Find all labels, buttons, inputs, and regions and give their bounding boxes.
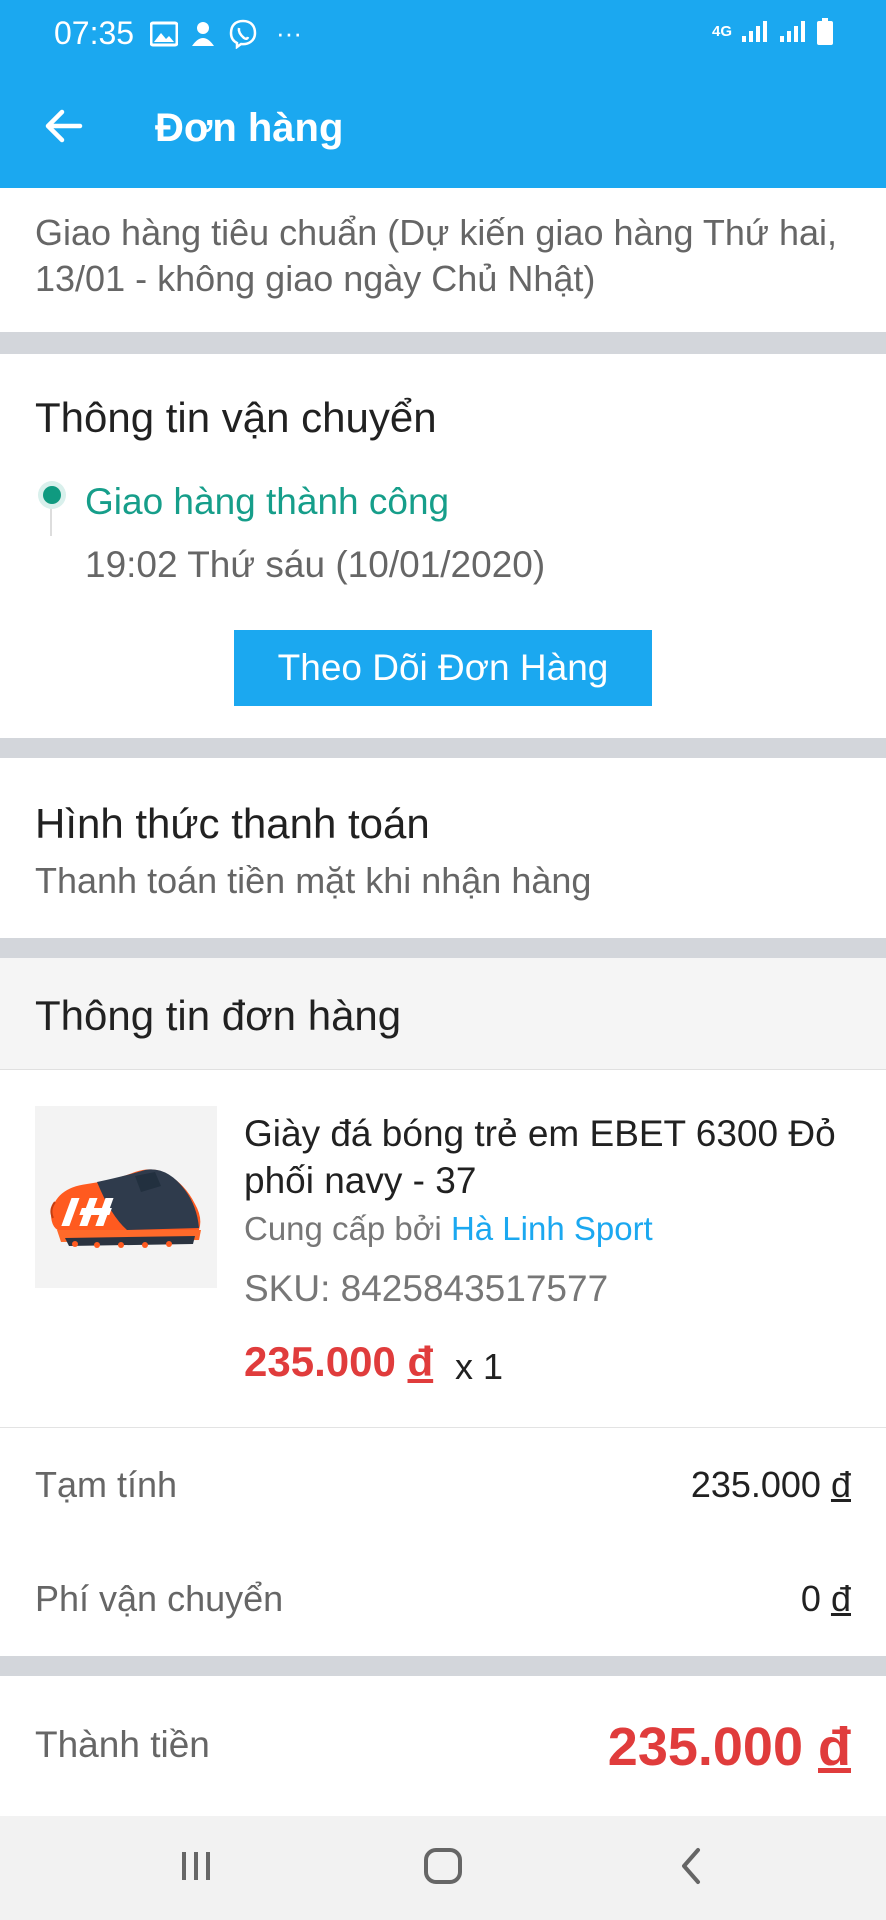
signal-icon-2: [780, 21, 805, 42]
subtotal-currency: đ: [830, 1464, 851, 1505]
subtotal-value: 235.000 đ: [691, 1464, 851, 1506]
product-image[interactable]: [35, 1106, 217, 1288]
order-item[interactable]: Giày đá bóng trẻ em EBET 6300 Đỏ phối na…: [0, 1070, 886, 1428]
shipping-timestamp: 19:02 Thứ sáu (10/01/2020): [85, 544, 546, 585]
shipping-info-card: Thông tin vận chuyển Giao hàng thành côn…: [0, 354, 886, 738]
system-status-icons: 4G: [712, 18, 834, 46]
seller-name-link[interactable]: Hà Linh Sport: [451, 1210, 653, 1247]
track-order-button[interactable]: Theo Dõi Đơn Hàng: [234, 630, 652, 706]
total-amount: 235.000: [607, 1717, 803, 1777]
back-arrow-icon[interactable]: [40, 102, 88, 150]
network-type-label: 4G: [712, 23, 733, 40]
status-time: 07:35: [54, 15, 135, 51]
payment-method: Thanh toán tiền mặt khi nhận hàng: [35, 860, 592, 901]
back-icon[interactable]: [672, 1846, 712, 1886]
shipping-fee-label: Phí vận chuyển: [35, 1578, 284, 1619]
battery-icon: [817, 18, 833, 45]
home-icon[interactable]: [422, 1846, 464, 1886]
order-info-title: Thông tin đơn hàng: [35, 992, 402, 1039]
notification-icons: ···: [150, 18, 302, 49]
soccer-shoe-icon: [35, 1106, 217, 1288]
product-name[interactable]: Giày đá bóng trẻ em EBET 6300 Đỏ phối na…: [244, 1110, 854, 1204]
app-notification-icon: [192, 21, 214, 46]
payment-method-card: Hình thức thanh toán Thanh toán tiền mặt…: [0, 758, 886, 938]
seller-prefix: Cung cấp bởi: [244, 1210, 442, 1247]
page-title: Đơn hàng: [155, 106, 344, 150]
more-notifications-icon: ···: [276, 18, 302, 48]
price-summary: Tạm tính 235.000 đ Phí vận chuyển 0 đ: [0, 1428, 886, 1656]
shipping-title: Thông tin vận chuyển: [35, 394, 437, 441]
viber-icon: [229, 19, 257, 49]
shipping-fee-value: 0 đ: [801, 1578, 851, 1620]
order-info-header: Thông tin đơn hàng: [0, 958, 886, 1070]
product-price-value: 235.000: [244, 1338, 396, 1385]
recent-apps-icon[interactable]: [176, 1846, 216, 1886]
total-row: Thành tiền 235.000 đ: [0, 1676, 886, 1816]
total-label: Thành tiền: [35, 1724, 210, 1765]
product-quantity: x 1: [455, 1346, 504, 1387]
delivery-method-card: Giao hàng tiêu chuẩn (Dự kiến giao hàng …: [0, 188, 886, 332]
shipping-fee-currency: đ: [830, 1578, 851, 1619]
app-bar: Đơn hàng: [0, 64, 886, 188]
image-icon: [150, 21, 178, 46]
timeline-dot: [43, 486, 61, 504]
signal-icon: [742, 21, 767, 42]
total-value: 235.000 đ: [608, 1716, 851, 1778]
delivery-method-text: Giao hàng tiêu chuẩn (Dự kiến giao hàng …: [35, 212, 838, 299]
payment-title: Hình thức thanh toán: [35, 800, 430, 847]
subtotal-label: Tạm tính: [35, 1464, 178, 1505]
total-currency: đ: [818, 1717, 851, 1777]
subtotal-row: Tạm tính 235.000 đ: [35, 1464, 851, 1506]
shipping-fee-row: Phí vận chuyển 0 đ: [35, 1578, 851, 1620]
shipping-status: Giao hàng thành công: [85, 481, 450, 522]
system-nav-bar: [0, 1816, 886, 1920]
seller-info: Cung cấp bởi Hà Linh Sport: [244, 1210, 653, 1248]
shipping-fee-amount: 0: [800, 1578, 821, 1619]
product-price: 235.000 đ: [244, 1338, 433, 1386]
currency-symbol: đ: [407, 1338, 434, 1385]
subtotal-amount: 235.000: [690, 1464, 821, 1505]
product-sku: SKU: 8425843517577: [244, 1268, 609, 1309]
status-bar: 07:35 ··· 4G: [0, 0, 886, 64]
